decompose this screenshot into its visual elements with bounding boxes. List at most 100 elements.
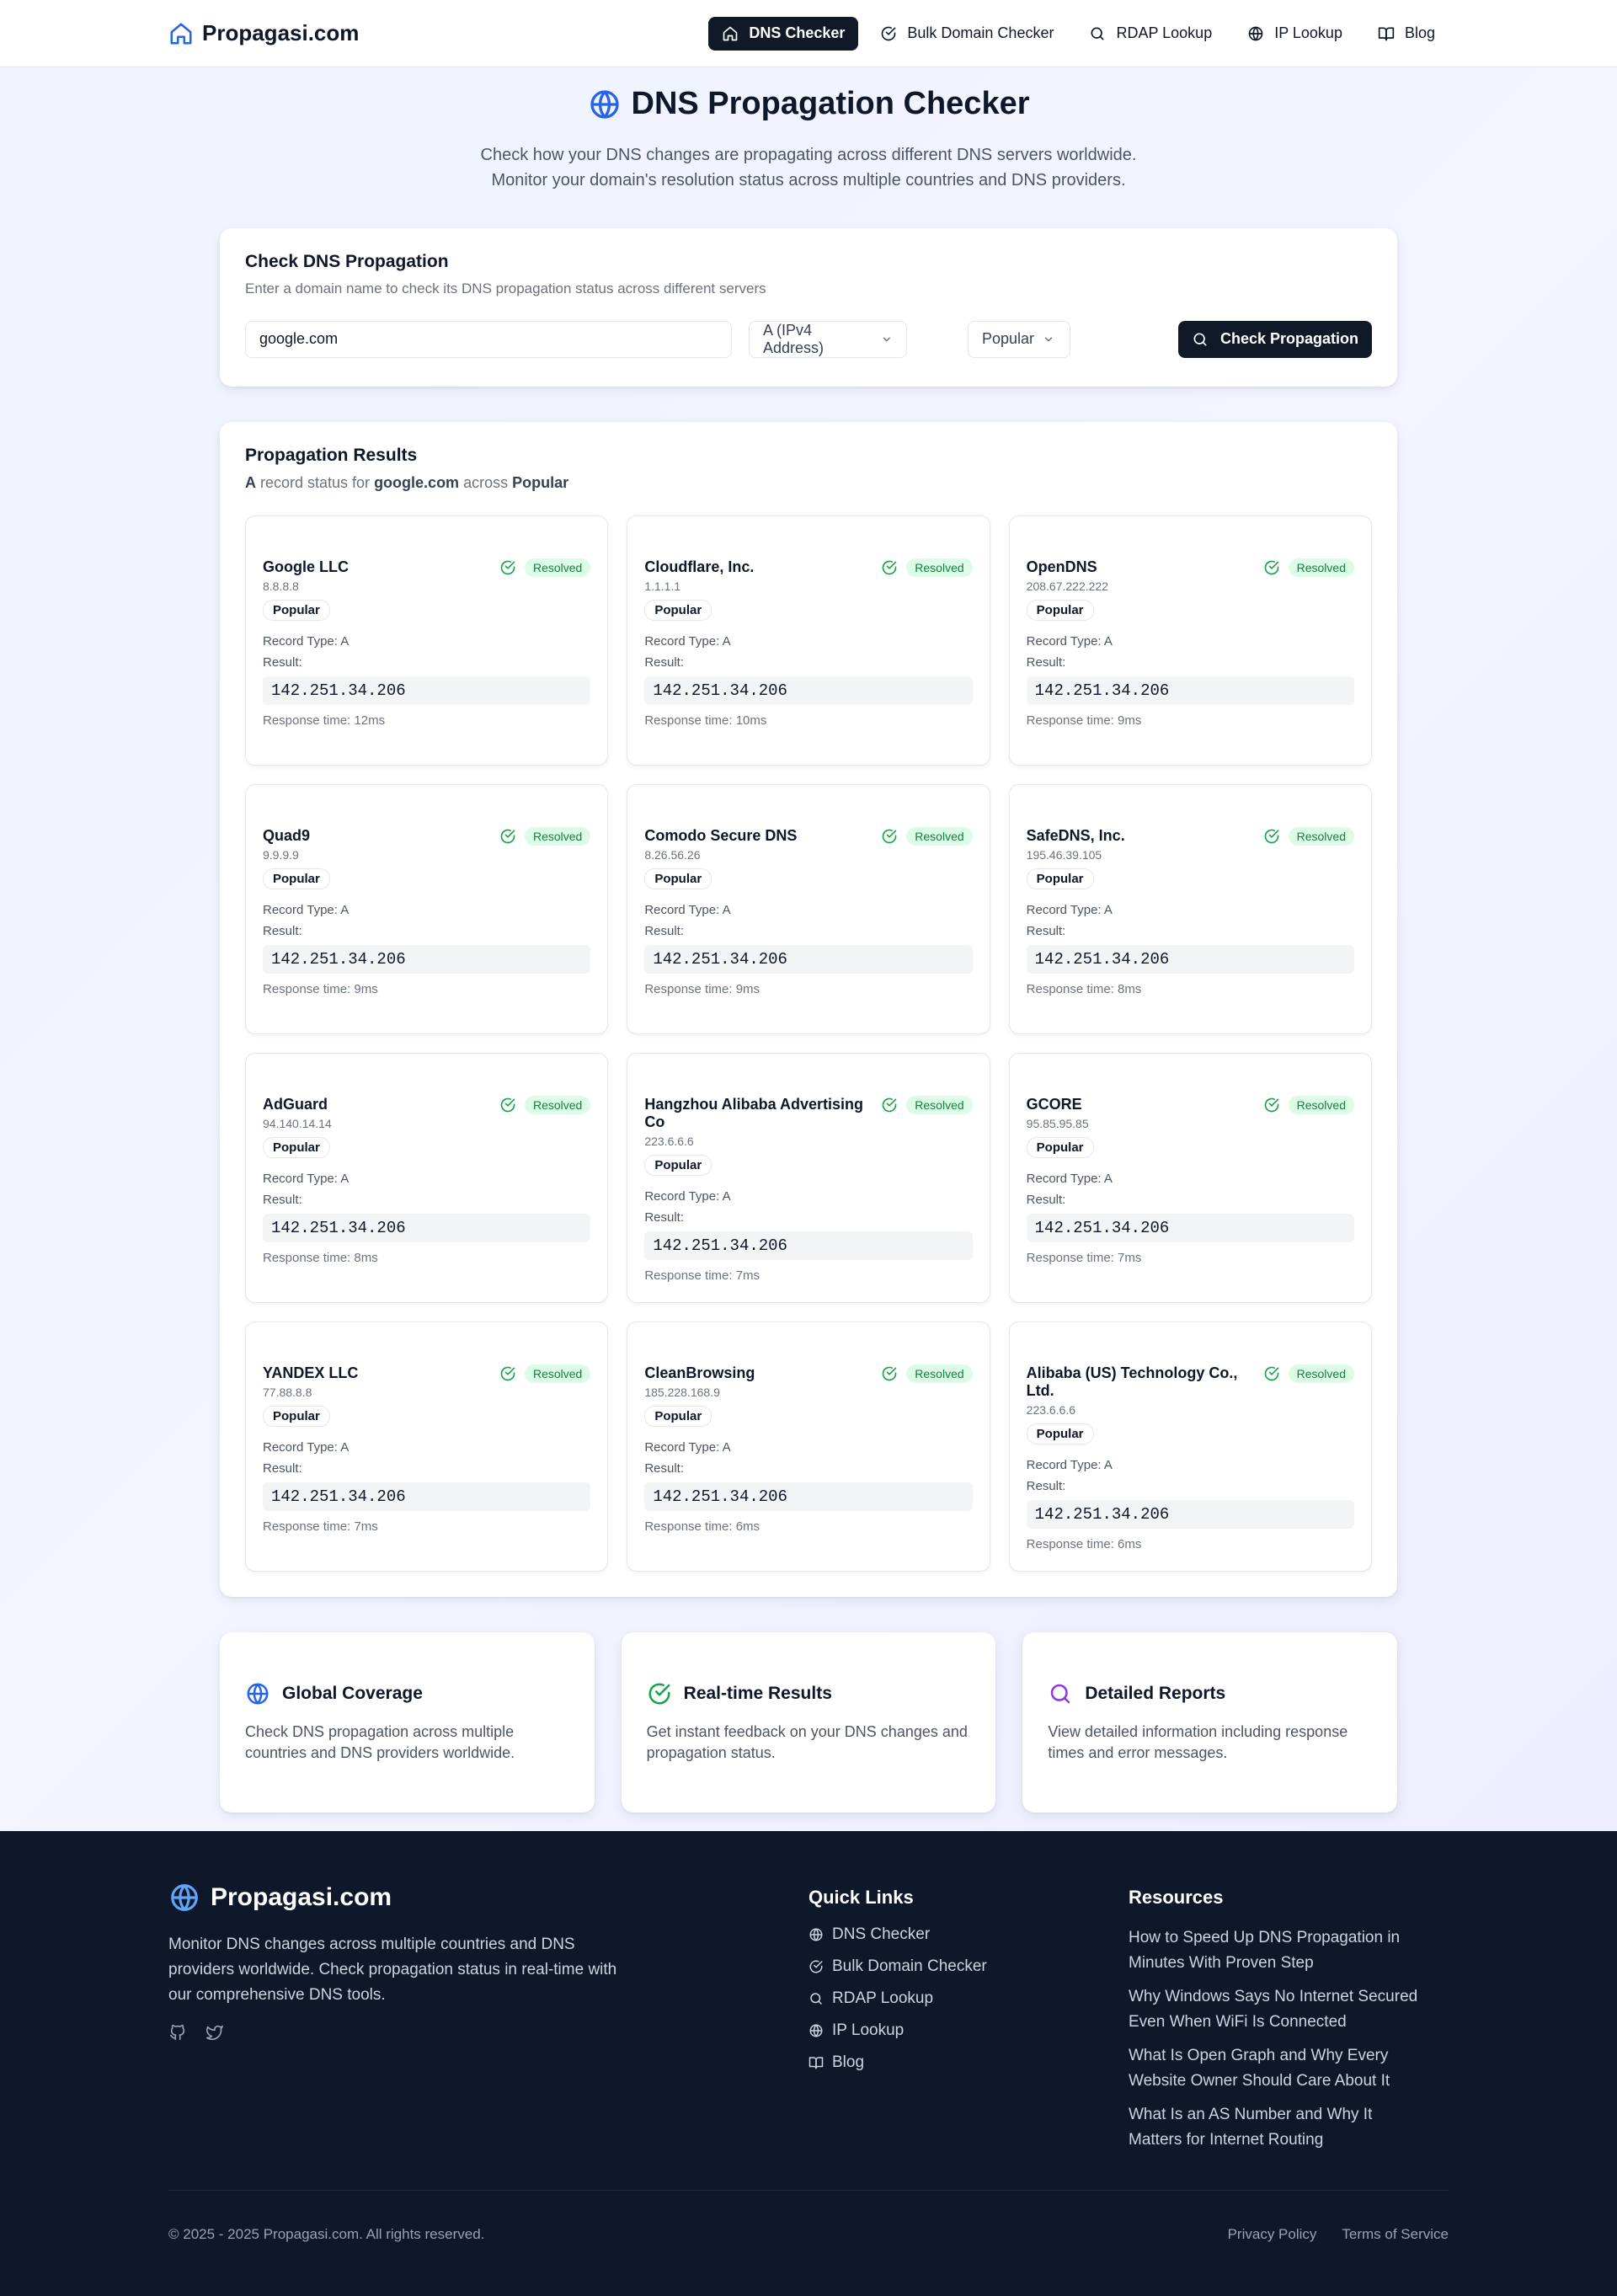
record-meta: Record Type: A Result:: [1027, 900, 1354, 942]
globe-icon: [247, 1683, 269, 1704]
results-card: Propagation Results A record status for …: [220, 421, 1397, 1597]
feature-title: Global Coverage: [282, 1683, 423, 1703]
footer-link-bulk-domain-checker[interactable]: Bulk Domain Checker: [808, 1957, 1129, 1976]
server-name: CleanBrowsing: [644, 1364, 755, 1381]
page-title: DNS Propagation Checker: [588, 86, 1030, 122]
result-value: 142.251.34.206: [263, 944, 591, 974]
category-badge: Popular: [263, 868, 330, 889]
server-card-header: AdGuard 94.140.14.14 Resolved: [263, 1095, 591, 1130]
dns-server-card: Hangzhou Alibaba Advertising Co 223.6.6.6…: [627, 1052, 990, 1303]
response-time: Response time: 7ms: [263, 1519, 378, 1534]
feature-title: Detailed Reports: [1085, 1683, 1226, 1703]
server-info: Alibaba (US) Technology Co., Ltd. 223.6.6…: [1027, 1364, 1263, 1417]
server-ip: 1.1.1.1: [644, 579, 681, 593]
footer-top: Propagasi.com Monitor DNS changes across…: [168, 1882, 1449, 2153]
check-circle-icon: [883, 829, 897, 843]
check-circle-icon: [500, 560, 515, 574]
status-badge: Resolved: [524, 1095, 591, 1114]
server-ip: 95.85.95.85: [1026, 1116, 1089, 1130]
server-name: Cloudflare, Inc.: [644, 558, 755, 575]
footer-link-ip-lookup[interactable]: IP Lookup: [808, 2021, 1129, 2040]
feature-realtime-results: Real-time Results Get instant feedback o…: [621, 1631, 996, 1813]
server-status: Resolved: [1263, 1364, 1354, 1383]
status-badge: Resolved: [1288, 558, 1354, 577]
nav-ip-lookup[interactable]: IP Lookup: [1234, 17, 1356, 51]
record-meta: Record Type: A Result:: [263, 1437, 590, 1479]
result-label: Result:: [644, 923, 685, 938]
resource-link[interactable]: Why Windows Says No Internet Secured Eve…: [1129, 1984, 1423, 2035]
result-value: 142.251.34.206: [1026, 1213, 1354, 1242]
footer-link-rdap-lookup[interactable]: RDAP Lookup: [808, 1989, 1129, 2008]
server-name: OpenDNS: [1026, 558, 1097, 575]
server-card-header: OpenDNS 208.67.222.222 Resolved: [1027, 558, 1354, 593]
footer-link-label: Bulk Domain Checker: [832, 1957, 987, 1975]
globe-icon: [1248, 26, 1263, 40]
region-select[interactable]: Popular: [968, 320, 1070, 358]
footer-link-dns-checker[interactable]: DNS Checker: [808, 1925, 1129, 1944]
record-type: Record Type: A: [1026, 902, 1113, 917]
server-card-header: Comodo Secure DNS 8.26.56.26 Resolved: [644, 826, 973, 862]
terms-of-service-link[interactable]: Terms of Service: [1342, 2226, 1449, 2243]
feature-description: Get instant feedback on your DNS changes…: [646, 1722, 968, 1761]
footer-brand[interactable]: Propagasi.com: [168, 1882, 808, 1914]
github-icon[interactable]: [168, 2023, 187, 2042]
result-label: Result:: [263, 1460, 302, 1476]
server-status: Resolved: [499, 1364, 591, 1383]
server-card-header: YANDEX LLC 77.88.8.8 Resolved: [263, 1364, 591, 1399]
status-badge: Resolved: [1288, 826, 1354, 846]
server-name: Alibaba (US) Technology Co., Ltd.: [1026, 1364, 1238, 1399]
footer-link-label: Blog: [832, 2053, 865, 2071]
result-value: 142.251.34.206: [1026, 1499, 1354, 1529]
record-type-select[interactable]: A (IPv4 Address): [749, 320, 907, 358]
record-meta: Record Type: A Result:: [644, 900, 972, 942]
server-status: Resolved: [1263, 1095, 1354, 1114]
footer-link-label: RDAP Lookup: [832, 1989, 934, 2007]
results-grid: Google LLC 8.8.8.8 Resolved Popular Record T…: [245, 515, 1372, 1572]
domain-input[interactable]: [245, 320, 732, 358]
record-meta: Record Type: A Result:: [263, 900, 590, 942]
result-value: 142.251.34.206: [644, 1482, 973, 1511]
server-status: Resolved: [499, 558, 591, 577]
server-info: Hangzhou Alibaba Advertising Co 223.6.6.6: [644, 1096, 881, 1148]
server-ip: 208.67.222.222: [1026, 579, 1108, 593]
result-value: 142.251.34.206: [263, 675, 591, 705]
check-circle-icon: [883, 1097, 897, 1112]
response-time: Response time: 6ms: [1026, 1536, 1142, 1551]
search-icon: [1193, 333, 1207, 345]
nav-blog[interactable]: Blog: [1364, 17, 1449, 51]
result-label: Result:: [644, 1460, 685, 1476]
record-meta: Record Type: A Result:: [1027, 631, 1354, 673]
quick-links-title: Quick Links: [808, 1886, 914, 1908]
server-ip: 185.228.168.9: [644, 1385, 720, 1399]
page-title-text: DNS Propagation Checker: [631, 86, 1030, 121]
server-ip: 77.88.8.8: [263, 1385, 312, 1399]
server-info: Quad9 9.9.9.9: [263, 827, 310, 862]
book-icon: [1378, 27, 1395, 40]
twitter-icon[interactable]: [205, 2023, 224, 2042]
nav-dns-checker[interactable]: DNS Checker: [708, 16, 859, 51]
check-circle-icon: [883, 1366, 897, 1380]
server-card-header: SafeDNS, Inc. 195.46.39.105 Resolved: [1026, 826, 1354, 862]
resource-link[interactable]: What Is an AS Number and Why It Matters …: [1129, 2102, 1423, 2153]
footer-brand-column: Propagasi.com Monitor DNS changes across…: [168, 1882, 808, 2153]
chevron-down-icon: [883, 337, 891, 342]
resource-link[interactable]: What Is Open Graph and Why Every Website…: [1129, 2043, 1423, 2094]
check-form-title: Check DNS Propagation: [245, 251, 449, 271]
nav-bulk-domain-checker[interactable]: Bulk Domain Checker: [867, 17, 1067, 51]
check-propagation-button[interactable]: Check Propagation: [1177, 320, 1372, 358]
footer-link-blog[interactable]: Blog: [808, 2053, 1129, 2072]
server-status: Resolved: [1263, 558, 1354, 577]
globe-icon: [809, 2024, 823, 2037]
feature-description: View detailed information including resp…: [1048, 1722, 1348, 1761]
server-name: Hangzhou Alibaba Advertising Co: [644, 1095, 864, 1130]
server-ip: 195.46.39.105: [1026, 847, 1102, 862]
status-badge: Resolved: [906, 1364, 973, 1383]
server-status: Resolved: [881, 1364, 973, 1383]
feature-global-coverage: Global Coverage Check DNS propagation ac…: [220, 1631, 595, 1813]
brand-logo[interactable]: Propagasi.com: [168, 20, 359, 46]
resource-link[interactable]: How to Speed Up DNS Propagation in Minut…: [1129, 1925, 1423, 1976]
check-circle-icon: [1264, 1097, 1278, 1112]
privacy-policy-link[interactable]: Privacy Policy: [1228, 2226, 1317, 2243]
nav-rdap-lookup[interactable]: RDAP Lookup: [1075, 17, 1225, 51]
server-ip: 223.6.6.6: [644, 1134, 694, 1148]
